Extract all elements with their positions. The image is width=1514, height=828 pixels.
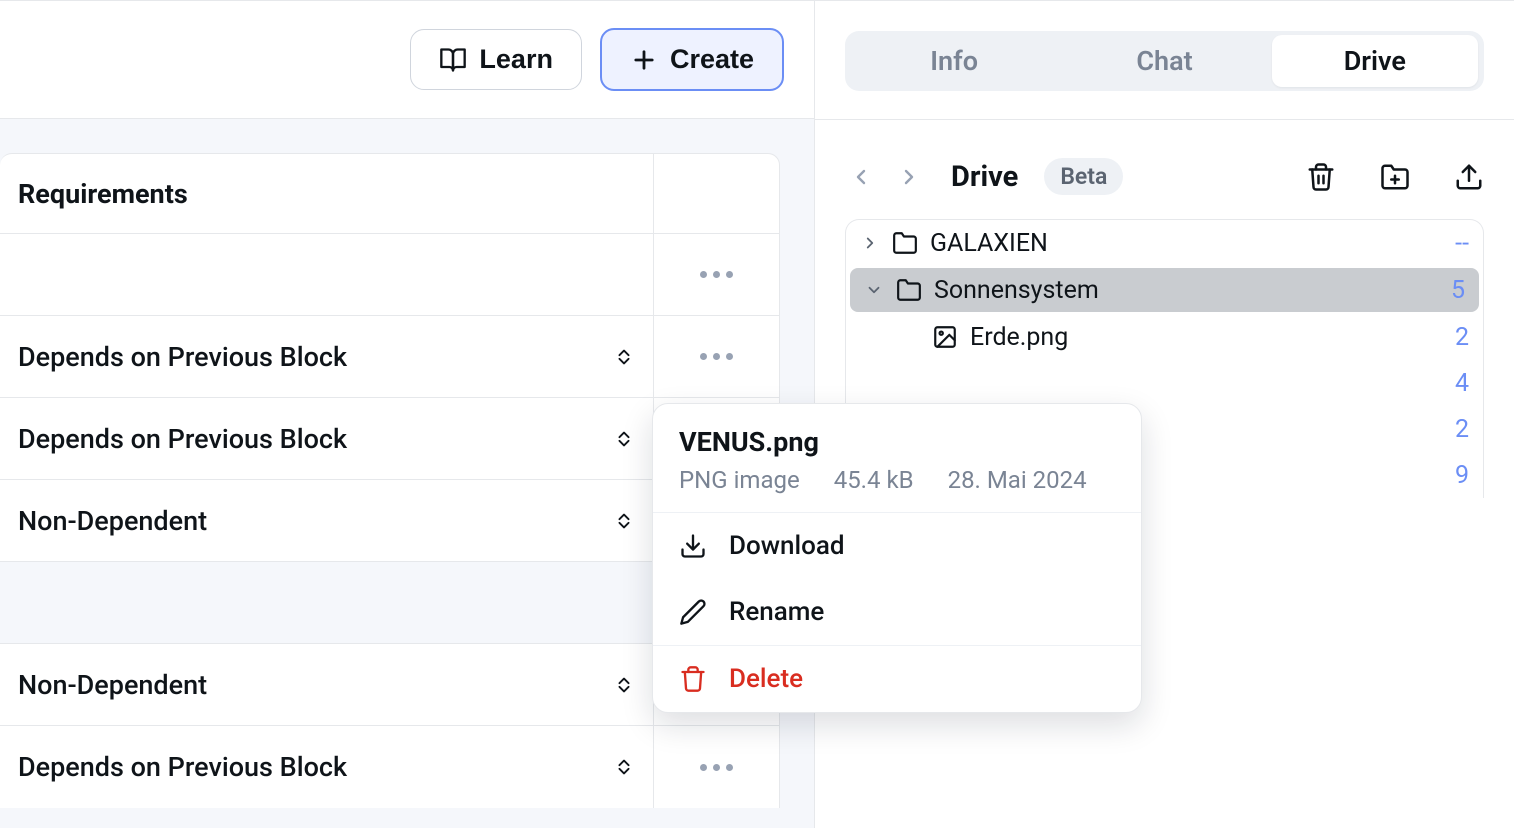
row-menu-button[interactable] <box>653 726 779 808</box>
tree-item-label: GALAXIEN <box>930 229 1048 258</box>
ctx-rename-label: Rename <box>729 597 824 627</box>
trash-icon <box>679 665 707 693</box>
tab-chat[interactable]: Chat <box>1061 35 1267 87</box>
pencil-icon <box>679 598 707 626</box>
folder-icon <box>896 277 922 303</box>
requirement-row: Depends on Previous Block <box>0 726 779 808</box>
requirements-title: Requirements <box>0 178 653 210</box>
sort-icon[interactable] <box>613 508 635 534</box>
requirement-label: Depends on Previous Block <box>18 423 347 455</box>
tree-item-count: 5 <box>1451 276 1465 305</box>
requirement-label: Depends on Previous Block <box>18 341 347 373</box>
ctx-file-name: VENUS.png <box>679 426 1115 458</box>
tree-folder[interactable]: GALAXIEN -- <box>846 220 1483 266</box>
requirement-label: Depends on Previous Block <box>18 751 347 783</box>
chevron-right-icon <box>897 165 921 189</box>
row-menu-button[interactable] <box>653 316 779 397</box>
row-menu-button[interactable] <box>653 234 779 315</box>
chevron-down-icon <box>865 281 883 299</box>
more-icon <box>700 271 733 278</box>
beta-badge: Beta <box>1044 158 1123 195</box>
nav-back-button[interactable] <box>845 161 877 193</box>
learn-label: Learn <box>479 44 553 75</box>
requirement-label: Non-Dependent <box>18 669 207 701</box>
tree-file[interactable]: Erde.png 2 <box>846 314 1483 360</box>
requirement-row: Depends on Previous Block <box>0 316 779 398</box>
sort-icon[interactable] <box>613 344 635 370</box>
tree-item-count: -- <box>1455 229 1469 258</box>
create-label: Create <box>670 44 754 75</box>
tab-info[interactable]: Info <box>851 35 1057 87</box>
folder-icon <box>892 230 918 256</box>
ctx-delete-label: Delete <box>729 664 803 694</box>
segmented-tabs: Info Chat Drive <box>845 31 1484 91</box>
sort-icon[interactable] <box>613 426 635 452</box>
context-menu: VENUS.png PNG image 45.4 kB 28. Mai 2024… <box>652 403 1142 713</box>
book-icon <box>439 46 467 74</box>
right-tabs-wrap: Info Chat Drive <box>815 1 1514 91</box>
tree-item-label: Sonnensystem <box>934 276 1099 305</box>
trash-button[interactable] <box>1306 162 1336 192</box>
sort-icon[interactable] <box>613 672 635 698</box>
tree-item-count: 4 <box>1455 369 1469 398</box>
more-icon <box>700 353 733 360</box>
image-icon <box>932 324 958 350</box>
nav-forward-button[interactable] <box>893 161 925 193</box>
more-icon <box>700 764 733 771</box>
learn-button[interactable]: Learn <box>410 29 582 90</box>
tree-folder[interactable]: Sonnensystem 5 <box>850 268 1479 312</box>
requirement-label: Non-Dependent <box>18 505 207 537</box>
upload-button[interactable] <box>1454 162 1484 192</box>
ctx-file-size: 45.4 kB <box>834 466 914 494</box>
context-menu-header: VENUS.png PNG image 45.4 kB 28. Mai 2024 <box>653 404 1141 513</box>
drive-title: Drive <box>951 160 1018 194</box>
new-folder-button[interactable] <box>1380 162 1410 192</box>
chevron-right-icon <box>861 234 879 252</box>
tree-item-count: 2 <box>1455 415 1469 444</box>
create-button[interactable]: Create <box>600 28 784 91</box>
tab-drive[interactable]: Drive <box>1272 35 1478 87</box>
tree-file[interactable]: 4 <box>846 360 1483 406</box>
plus-icon <box>630 46 658 74</box>
ctx-file-type: PNG image <box>679 466 800 494</box>
download-icon <box>679 532 707 560</box>
ctx-download[interactable]: Download <box>653 513 1141 579</box>
chevron-left-icon <box>849 165 873 189</box>
requirement-row <box>0 234 779 316</box>
ctx-file-date: 28. Mai 2024 <box>948 466 1087 494</box>
tree-item-count: 9 <box>1455 461 1469 490</box>
tree-item-count: 2 <box>1455 323 1469 352</box>
sort-icon[interactable] <box>613 754 635 780</box>
left-toolbar: Learn Create <box>0 1 814 119</box>
requirements-header: Requirements <box>0 154 779 234</box>
ctx-download-label: Download <box>729 531 845 561</box>
tree-item-label: Erde.png <box>970 323 1068 352</box>
drive-toolbar: Drive Beta <box>815 120 1514 219</box>
ctx-delete[interactable]: Delete <box>653 646 1141 712</box>
ctx-rename[interactable]: Rename <box>653 579 1141 645</box>
